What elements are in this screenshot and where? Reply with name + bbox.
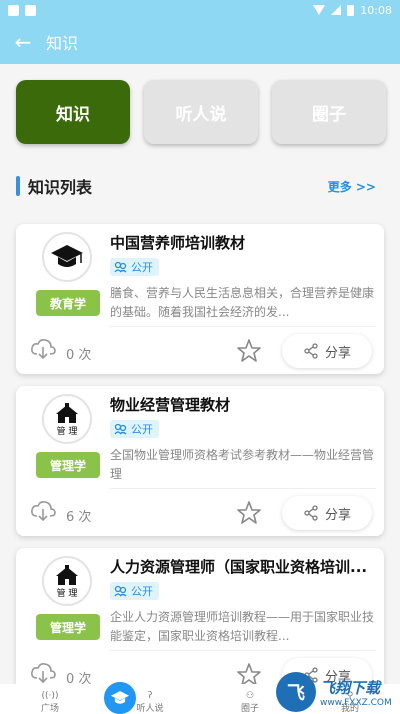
download-count: 0 次 [66, 348, 92, 363]
share-icon [304, 505, 318, 521]
download-cloud-icon[interactable] [30, 338, 56, 360]
divider [110, 488, 376, 489]
wifi-icon [313, 5, 326, 15]
logo-label: 管 理 [56, 426, 78, 437]
nav-knowledge-button[interactable] [102, 680, 138, 714]
star-icon[interactable] [236, 338, 262, 364]
card-footer: 0 次 分享 [16, 328, 384, 374]
item-description: 膳食、营养与人民生活息息相关，合理营养是健康的基础。随着我国社会经济的发... [110, 286, 375, 319]
visibility-badge: 公开 [110, 582, 159, 600]
section-accent-bar [16, 176, 20, 196]
tab-bar: 知识 听人说 圈子 [16, 80, 386, 144]
group-icon: ⚇ [245, 691, 255, 701]
page-title: 知识 [46, 34, 79, 53]
building-icon: 管 理 [42, 394, 92, 444]
knowledge-card[interactable]: 管 理 管理学 物业经营管理教材 公开 全国物业管理师资格考试参考教材——物业经… [16, 386, 384, 536]
arrow-left-icon[interactable]: ← [0, 30, 46, 54]
broadcast-icon: ((·)) [41, 691, 59, 701]
watermark-title: 飞翔下载 [320, 678, 381, 697]
visibility-label: 公开 [131, 585, 153, 598]
star-icon[interactable] [236, 500, 262, 526]
item-description: 全国物业管理师资格考试参考教材——物业经营管理 [110, 448, 375, 481]
tab-circle[interactable]: 圈子 [272, 80, 386, 144]
status-time: 10:08 [360, 3, 392, 17]
building-icon: 管 理 [42, 556, 92, 606]
share-button[interactable]: 分享 [282, 334, 372, 368]
download-count: 6 次 [66, 510, 92, 525]
category-badge: 教育学 [36, 290, 100, 316]
ear-icon: ʔ [147, 691, 153, 701]
divider [110, 650, 376, 651]
nav-label: 听人说 [136, 704, 164, 714]
tab-listen[interactable]: 听人说 [144, 80, 258, 144]
watermark-logo: 飞 飞翔下载 www.FXXZ.COM [276, 670, 396, 714]
download-cloud-icon[interactable] [30, 500, 56, 522]
card-footer: 6 次 分享 [16, 490, 384, 536]
visibility-badge: 公开 [110, 258, 159, 276]
download-cloud-icon[interactable] [30, 662, 56, 684]
app-bar: ← 知识 [0, 20, 400, 64]
visibility-badge: 公开 [110, 420, 159, 438]
visibility-label: 公开 [131, 261, 153, 274]
notification-icon [25, 4, 36, 16]
logo-label: 管 理 [56, 588, 78, 599]
category-badge: 管理学 [36, 614, 100, 640]
public-icon [114, 423, 127, 435]
battery-icon [347, 4, 355, 16]
graduation-cap-icon [42, 232, 92, 282]
knowledge-card[interactable]: 教育学 中国营养师培训教材 公开 膳食、营养与人民生活息息相关，合理营养是健康的… [16, 224, 384, 374]
notification-icon [8, 4, 19, 16]
share-icon [304, 343, 318, 359]
item-description: 企业人力资源管理师培训教程——用于国家职业技能鉴定，国家职业资格培训教程... [110, 610, 375, 643]
item-title: 物业经营管理教材 [110, 396, 231, 414]
share-label: 分享 [324, 507, 351, 523]
section-title: 知识列表 [28, 178, 93, 197]
public-icon [114, 261, 127, 273]
item-title: 中国营养师培训教材 [110, 234, 246, 252]
nav-label: 广场 [40, 704, 59, 714]
status-bar: 10:08 [0, 0, 400, 20]
section-header: 知识列表 更多 >> [16, 174, 376, 198]
nav-square[interactable]: ((·)) 广场 [10, 691, 90, 714]
watermark-url: www.FXXZ.COM [320, 697, 392, 708]
public-icon [114, 585, 127, 597]
nav-label: 圈子 [240, 704, 259, 714]
divider [110, 326, 376, 327]
signal-icon [331, 5, 342, 15]
tab-knowledge[interactable]: 知识 [16, 80, 130, 144]
share-button[interactable]: 分享 [282, 496, 372, 530]
visibility-label: 公开 [131, 423, 153, 436]
share-label: 分享 [324, 345, 351, 361]
more-link[interactable]: 更多 >> [328, 178, 376, 195]
watermark-mark: 飞 [276, 672, 316, 712]
item-title: 人力资源管理师（国家职业资格培训... [110, 558, 368, 576]
graduation-cap-icon [110, 691, 130, 704]
category-badge: 管理学 [36, 452, 100, 478]
